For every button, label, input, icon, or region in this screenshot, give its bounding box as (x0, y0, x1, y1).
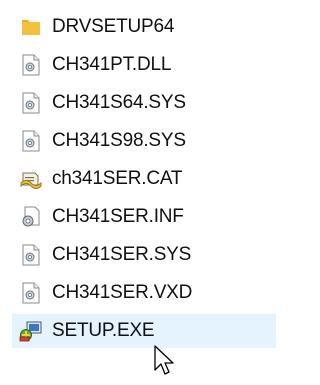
file-item-ch341ser-sys[interactable]: CH341SER.SYS (12, 238, 276, 272)
file-item-ch341ser-vxd[interactable]: CH341SER.VXD (12, 276, 276, 310)
file-name: CH341SER.VXD (52, 282, 193, 303)
file-item-ch341ser-cat[interactable]: ch341SER.CAT (12, 162, 276, 196)
security-catalog-icon (19, 167, 43, 191)
file-name: CH341SER.SYS (52, 244, 192, 265)
file-name: CH341SER.INF (52, 206, 184, 227)
file-item-ch341s64-sys[interactable]: CH341S64.SYS (12, 86, 276, 120)
system-file-icon (19, 243, 43, 267)
file-name: CH341S98.SYS (52, 130, 186, 151)
arrow-cursor-icon (154, 345, 174, 375)
file-name: SETUP.EXE (52, 320, 155, 341)
file-item-ch341s98-sys[interactable]: CH341S98.SYS (12, 124, 276, 158)
file-name: CH341S64.SYS (52, 92, 186, 113)
system-file-icon (19, 281, 43, 305)
system-file-icon (19, 129, 43, 153)
file-item-ch341ser-inf[interactable]: CH341SER.INF (12, 200, 276, 234)
system-file-icon (19, 53, 43, 77)
file-list: DRVSETUP64 CH341PT.DLL CH341S64.SYS CH34… (0, 0, 290, 385)
folder-icon (19, 15, 43, 39)
file-item-drvsetup64[interactable]: DRVSETUP64 (12, 10, 276, 44)
file-name: ch341SER.CAT (52, 168, 183, 189)
setup-information-icon (19, 205, 43, 229)
file-item-setup-exe[interactable]: SETUP.EXE (12, 314, 276, 348)
setup-exe-icon (19, 319, 43, 343)
file-item-ch341pt-dll[interactable]: CH341PT.DLL (12, 48, 276, 82)
system-file-icon (19, 91, 43, 115)
file-name: DRVSETUP64 (52, 16, 175, 37)
file-name: CH341PT.DLL (52, 54, 172, 75)
